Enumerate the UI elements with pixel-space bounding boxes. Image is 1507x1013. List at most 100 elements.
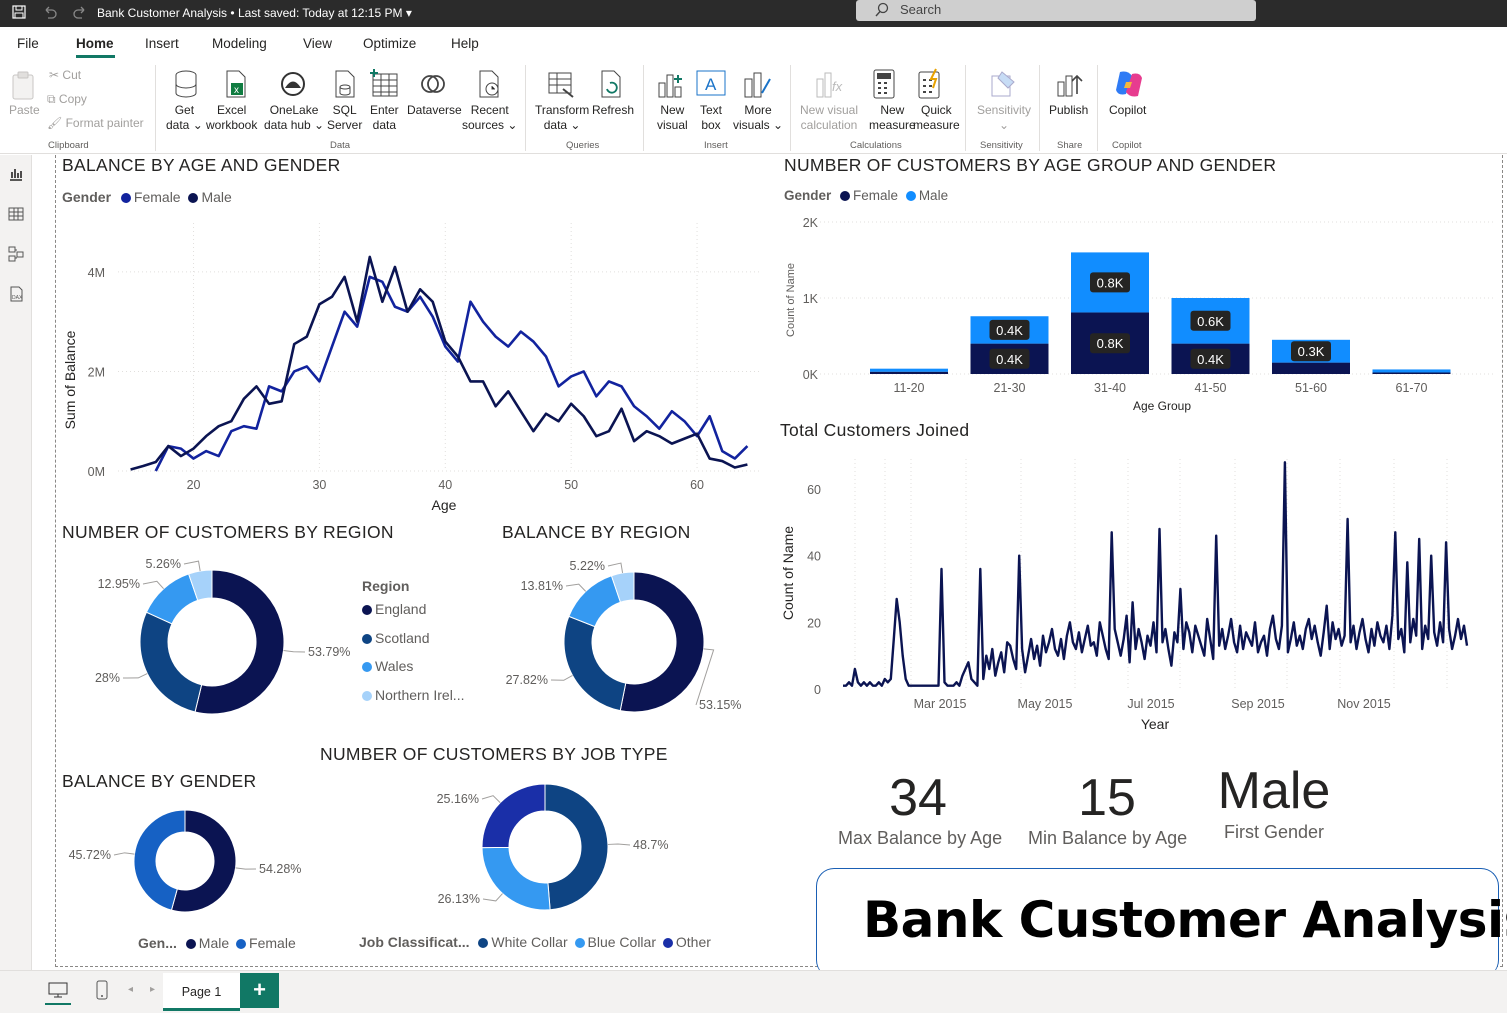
legend-dot bbox=[478, 938, 489, 948]
leader-line bbox=[283, 650, 306, 653]
new-visual-calculation-icon: fx bbox=[816, 72, 843, 98]
region-balance-title: BALANCE BY REGION bbox=[502, 522, 691, 542]
x-tick-label: 21-30 bbox=[994, 381, 1026, 395]
balance-age-line-chart[interactable]: Sum of Balance Age 20 30 40 50 60 4M 2M 0M bbox=[55, 215, 775, 520]
table-view-icon[interactable] bbox=[8, 206, 24, 222]
text-box-button[interactable]: Text box bbox=[700, 103, 722, 133]
legend-item-female[interactable]: Female bbox=[115, 189, 181, 205]
balance-age-title: BALANCE BY AGE AND GENDER bbox=[62, 155, 341, 175]
scissors-icon: ✂ bbox=[49, 68, 60, 82]
kpi-min-balance-age: 15 Min Balance by Age bbox=[1028, 768, 1187, 849]
paste-button[interactable]: Paste bbox=[9, 103, 40, 118]
donut-slice-1 bbox=[563, 615, 627, 712]
get-data-button[interactable]: Get data ⌄ bbox=[166, 103, 203, 133]
separator bbox=[1097, 65, 1098, 151]
region-balance-donut[interactable]: 53.15% 27.82% 13.81% 5.22% bbox=[495, 545, 775, 735]
region-count-donut[interactable]: 53.79% 28% 12.95% 5.26% bbox=[55, 545, 375, 735]
legend-item-male[interactable]: Male bbox=[902, 188, 948, 203]
mobile-layout-icon[interactable] bbox=[95, 979, 109, 1001]
redo-icon[interactable] bbox=[72, 4, 88, 20]
chevron-down-icon[interactable]: ▾ bbox=[406, 6, 412, 20]
document-title[interactable]: Bank Customer Analysis • Last saved: Tod… bbox=[97, 6, 412, 20]
new-measure-button[interactable]: New measure bbox=[869, 103, 916, 133]
gender-balance-donut[interactable]: 54.28% 45.72% bbox=[55, 800, 355, 925]
sql-server-button[interactable]: SQL Server bbox=[327, 103, 362, 133]
model-view-icon[interactable] bbox=[8, 246, 24, 262]
copy-button[interactable]: ⧉ Copy bbox=[47, 92, 87, 107]
data-label: 0.4K bbox=[1197, 352, 1224, 367]
transform-data-icon bbox=[548, 72, 574, 98]
dax-query-view-icon[interactable]: DAX bbox=[8, 286, 24, 302]
y-tick-label: 4M bbox=[88, 266, 105, 280]
publish-button[interactable]: Publish bbox=[1049, 103, 1088, 118]
legend-item-female[interactable]: Female bbox=[835, 188, 898, 203]
copy-icon: ⧉ bbox=[47, 92, 56, 106]
quick-measure-button[interactable]: Quick measure bbox=[913, 103, 960, 133]
search-input[interactable]: Search bbox=[856, 0, 1256, 21]
legend-item-blue-collar[interactable]: Blue Collar bbox=[572, 934, 656, 950]
legend-item-northern-ireland[interactable]: Northern Irel... bbox=[362, 681, 464, 710]
donut-data-label: 45.72% bbox=[69, 848, 111, 862]
menu-view[interactable]: View bbox=[303, 36, 332, 51]
group-calculations: Calculations bbox=[850, 140, 902, 151]
x-tick-label: Mar 2015 bbox=[914, 697, 967, 711]
y-tick-label: 40 bbox=[807, 550, 821, 564]
scroll-left-icon[interactable]: ◂ bbox=[128, 984, 133, 995]
cut-label: Cut bbox=[62, 68, 82, 82]
bar-male bbox=[1372, 369, 1451, 373]
job-type-donut[interactable]: 48.7% 26.13% 25.16% bbox=[400, 770, 700, 930]
copilot-button[interactable]: Copilot bbox=[1109, 103, 1146, 118]
gender-balance-title: BALANCE BY GENDER bbox=[62, 771, 257, 791]
data-label: 0.6K bbox=[1197, 314, 1224, 329]
region-count-title: NUMBER OF CUSTOMERS BY REGION bbox=[62, 522, 394, 542]
legend-item-male[interactable]: Male bbox=[181, 935, 229, 951]
transform-data-button[interactable]: Transform data ⌄ bbox=[535, 103, 589, 133]
legend-item-other[interactable]: Other bbox=[660, 934, 711, 950]
copilot-icon bbox=[1116, 71, 1142, 97]
save-icon[interactable] bbox=[11, 4, 27, 20]
excel-workbook-button[interactable]: Excel workbook bbox=[206, 103, 257, 133]
menu-optimize[interactable]: Optimize bbox=[363, 36, 416, 51]
recent-sources-button[interactable]: Recent sources ⌄ bbox=[462, 103, 517, 133]
add-page-button[interactable]: + bbox=[240, 973, 279, 1008]
desktop-layout-icon[interactable] bbox=[47, 981, 69, 999]
legend-dot bbox=[362, 633, 372, 644]
database-icon bbox=[175, 70, 197, 98]
legend-label: Male bbox=[201, 189, 232, 205]
age-group-bar-chart[interactable]: Count of Name Age Group 2K 1K 0K 11-20 0.4K 0… bbox=[780, 210, 1500, 415]
cut-button[interactable]: ✂ Cut bbox=[49, 68, 81, 83]
enter-data-button[interactable]: Enter data bbox=[370, 103, 399, 133]
menu-insert[interactable]: Insert bbox=[145, 36, 179, 51]
legend-item-female[interactable]: Female bbox=[233, 935, 296, 951]
job-type-title: NUMBER OF CUSTOMERS BY JOB TYPE bbox=[320, 744, 668, 764]
view-switcher-rail: DAX bbox=[0, 155, 32, 970]
menu-modeling[interactable]: Modeling bbox=[212, 36, 267, 51]
undo-icon[interactable] bbox=[42, 4, 58, 20]
y-tick-label: 0K bbox=[803, 368, 819, 382]
legend-item-white-collar[interactable]: White Collar bbox=[473, 934, 568, 950]
legend-item-england[interactable]: England bbox=[362, 595, 464, 624]
customers-joined-line-chart[interactable]: Count of Name Year 60 40 20 0 Mar 2015 May 20… bbox=[775, 445, 1505, 735]
report-view-icon[interactable] bbox=[8, 166, 24, 182]
group-insert: Insert bbox=[704, 140, 728, 151]
legend-dot bbox=[905, 191, 916, 201]
menu-help[interactable]: Help bbox=[451, 36, 479, 51]
new-visual-calculation-button[interactable]: New visual calculation bbox=[800, 103, 858, 133]
refresh-button[interactable]: Refresh bbox=[592, 103, 634, 118]
donut-data-label: 5.22% bbox=[570, 559, 605, 573]
dataverse-button[interactable]: Dataverse bbox=[407, 103, 462, 118]
page-tab-1[interactable]: Page 1 bbox=[163, 973, 240, 1011]
scroll-right-icon[interactable]: ▸ bbox=[150, 984, 155, 995]
menu-home[interactable]: Home bbox=[76, 36, 114, 51]
legend-label: England bbox=[375, 601, 427, 617]
legend-item-scotland[interactable]: Scotland bbox=[362, 624, 464, 653]
menu-file[interactable]: File bbox=[17, 36, 39, 51]
new-visual-button[interactable]: New visual bbox=[657, 103, 688, 133]
format-painter-button[interactable]: 🖌 Format painter bbox=[47, 116, 144, 131]
sensitivity-button[interactable]: Sensitivity ⌄ bbox=[977, 103, 1031, 133]
onelake-data-hub-button[interactable]: OneLake data hub ⌄ bbox=[264, 103, 324, 133]
x-tick-label: 51-60 bbox=[1295, 381, 1327, 395]
more-visuals-button[interactable]: More visuals ⌄ bbox=[733, 103, 783, 133]
legend-item-male[interactable]: Male bbox=[184, 189, 232, 205]
legend-item-wales[interactable]: Wales bbox=[362, 652, 464, 681]
